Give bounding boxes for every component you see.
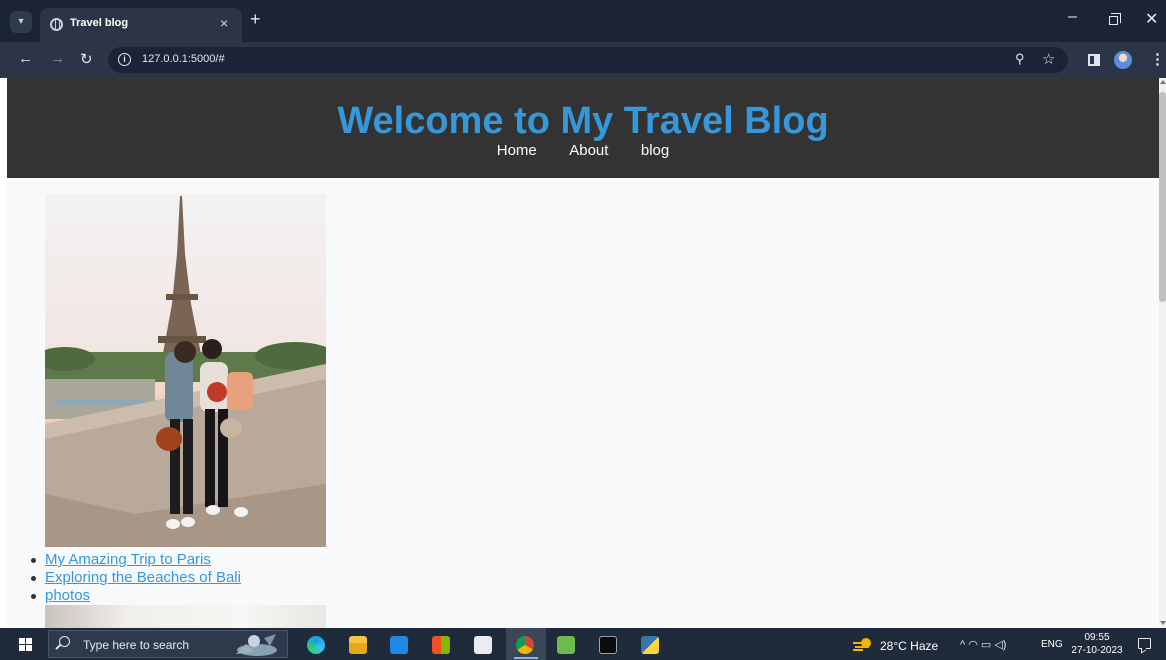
notification-icon[interactable] xyxy=(1138,638,1151,649)
nav-link-blog[interactable]: blog xyxy=(641,142,669,159)
chrome-icon[interactable] xyxy=(516,636,534,654)
zoom-icon[interactable]: ⚲ xyxy=(1015,51,1025,67)
document-icon[interactable] xyxy=(474,636,492,654)
clock-time: 09:55 xyxy=(1084,632,1110,643)
system-tray-icons[interactable]: ^ ◠ ▭ ◁) xyxy=(960,638,1006,651)
site-nav: Home About blog xyxy=(7,142,1159,160)
close-tab-icon[interactable]: × xyxy=(220,15,228,31)
page-title: Welcome to My Travel Blog xyxy=(337,100,829,142)
side-panel-icon[interactable] xyxy=(1088,54,1100,66)
post-link-paris[interactable]: My Amazing Trip to Paris xyxy=(45,551,211,568)
notepad-icon[interactable] xyxy=(557,636,575,654)
forward-icon[interactable]: → xyxy=(50,50,65,67)
file-explorer-icon[interactable] xyxy=(349,636,367,654)
globe-icon xyxy=(50,18,63,31)
restore-icon[interactable] xyxy=(1109,13,1121,25)
tab-title: Travel blog xyxy=(70,17,129,29)
windows-start-icon[interactable] xyxy=(19,638,32,651)
profile-avatar[interactable] xyxy=(1114,51,1132,69)
site-header: Welcome to My Travel Blog Home About blo… xyxy=(7,78,1159,178)
list-item: My Amazing Trip to Paris xyxy=(27,551,241,569)
new-tab-button[interactable]: + xyxy=(250,9,261,30)
weather-haze-icon xyxy=(853,638,871,651)
scroll-up-icon[interactable] xyxy=(1160,80,1166,84)
menu-kebab-icon[interactable]: ⋮ xyxy=(1150,50,1165,68)
list-item: photos xyxy=(27,587,241,605)
scroll-thumb[interactable] xyxy=(1159,92,1166,302)
back-icon[interactable]: ← xyxy=(18,50,33,67)
browser-titlebar: ▾ Travel blog × + – ✕ xyxy=(0,0,1166,42)
browser-tab[interactable]: Travel blog × xyxy=(40,8,242,42)
reload-icon[interactable]: ↻ xyxy=(80,50,93,68)
weather-text[interactable]: 28°C Haze xyxy=(880,639,938,653)
site-info-icon[interactable]: i xyxy=(118,53,131,66)
scroll-down-icon[interactable] xyxy=(1160,621,1166,625)
minimize-icon[interactable]: – xyxy=(1068,8,1077,26)
url-text[interactable]: 127.0.0.1:5000/# xyxy=(142,53,225,65)
python-icon[interactable] xyxy=(641,636,659,654)
active-app-indicator xyxy=(514,657,538,659)
post-link-photos[interactable]: photos xyxy=(45,587,90,604)
address-bar[interactable]: i 127.0.0.1:5000/# xyxy=(108,47,1068,73)
bookmark-star-icon[interactable]: ☆ xyxy=(1042,50,1055,68)
post-link-bali[interactable]: Exploring the Beaches of Bali xyxy=(45,569,241,586)
list-item: Exploring the Beaches of Bali xyxy=(27,569,241,587)
post-list: My Amazing Trip to Paris Exploring the B… xyxy=(27,551,241,605)
page-scrollbar[interactable] xyxy=(1159,78,1166,628)
nav-link-home[interactable]: Home xyxy=(497,142,537,159)
taskbar-clock[interactable]: 09:55 27-10-2023 xyxy=(1070,631,1124,657)
browser-toolbar: ← → ↻ i 127.0.0.1:5000/# ⚲ ☆ ⋮ xyxy=(0,42,1166,78)
edge-icon[interactable] xyxy=(307,636,325,654)
store-icon[interactable] xyxy=(432,636,450,654)
nav-link-about[interactable]: About xyxy=(569,142,608,159)
taskbar-search-placeholder: Type here to search xyxy=(83,638,190,652)
tab-search-icon[interactable]: ▾ xyxy=(10,11,32,33)
second-photo xyxy=(45,605,326,628)
mail-icon[interactable] xyxy=(390,636,408,654)
search-icon xyxy=(59,636,70,647)
terminal-icon[interactable] xyxy=(599,636,617,654)
clock-date: 27-10-2023 xyxy=(1071,645,1123,656)
page-viewport: Welcome to My Travel Blog Home About blo… xyxy=(7,78,1159,628)
paris-photo xyxy=(45,194,326,547)
language-indicator[interactable]: ENG xyxy=(1041,639,1063,650)
search-highlight-icon xyxy=(236,634,277,656)
window-close-icon[interactable]: ✕ xyxy=(1145,9,1158,29)
